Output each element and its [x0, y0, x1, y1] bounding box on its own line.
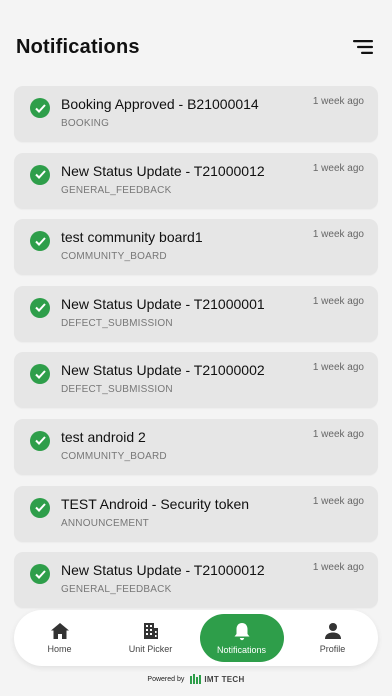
notification-card[interactable]: test android 2 COMMUNITY_BOARD 1 week ag…	[14, 418, 378, 475]
status-bar	[0, 0, 392, 24]
nav-unit-picker[interactable]: Unit Picker	[109, 614, 193, 662]
nav-label: Notifications	[216, 644, 267, 655]
nav-notifications[interactable]: Notifications	[199, 614, 284, 662]
footer: Powered by IMT TECH	[0, 674, 392, 684]
nav-home[interactable]: Home	[18, 614, 102, 662]
notification-category: BOOKING	[61, 118, 110, 129]
header: Notifications	[16, 30, 376, 64]
check-circle-icon	[30, 564, 50, 585]
notification-time: 1 week ago	[312, 96, 364, 107]
person-icon	[324, 623, 341, 639]
notification-card[interactable]: New Status Update - T21000001 DEFECT_SUB…	[14, 285, 378, 342]
nav-label: Profile	[319, 644, 346, 654]
notification-time: 1 week ago	[312, 495, 364, 507]
notification-time: 1 week ago	[312, 362, 364, 374]
notification-list: Booking Approved - B21000014 BOOKING 1 w…	[14, 86, 378, 609]
notification-card[interactable]: Booking Approved - B21000014 BOOKING 1 w…	[14, 86, 378, 142]
notification-category: DEFECT_SUBMISSION	[61, 317, 173, 329]
sort-lines-icon	[353, 40, 373, 54]
filter-button[interactable]	[350, 34, 376, 60]
notification-card[interactable]: New Status Update - T21000012 GENERAL_FE…	[14, 552, 378, 609]
notification-category: GENERAL_FEEDBACK	[61, 184, 172, 196]
bottom-nav: Home Unit Picker Notifications Profile	[14, 610, 378, 666]
notification-time: 1 week ago	[312, 562, 364, 574]
check-circle-icon	[30, 231, 50, 252]
notification-time: 1 week ago	[312, 428, 364, 440]
check-circle-icon	[30, 364, 50, 385]
notification-card[interactable]: New Status Update - T21000012 GENERAL_FE…	[14, 152, 378, 209]
notification-category: GENERAL_FEEDBACK	[61, 584, 172, 596]
check-circle-icon	[30, 430, 50, 451]
nav-label: Home	[47, 644, 72, 654]
notification-category: COMMUNITY_BOARD	[61, 251, 167, 263]
building-icon	[143, 623, 158, 639]
notification-card[interactable]: TEST Android - Security token ANNOUNCEME…	[14, 485, 378, 542]
notification-time: 1 week ago	[312, 295, 364, 307]
bell-icon	[234, 622, 249, 640]
notification-category: ANNOUNCEMENT	[61, 517, 149, 529]
nav-label: Unit Picker	[128, 644, 173, 654]
home-icon	[50, 623, 69, 639]
brand-logo: IMT TECH	[190, 674, 244, 684]
check-circle-icon	[30, 497, 50, 518]
brand-name: IMT TECH	[204, 674, 245, 684]
notification-category: DEFECT_SUBMISSION	[61, 384, 173, 396]
page-title: Notifications	[16, 35, 140, 58]
check-circle-icon	[30, 98, 50, 118]
notification-time: 1 week ago	[312, 162, 364, 174]
notification-time: 1 week ago	[312, 229, 364, 241]
imt-logo-icon	[190, 674, 202, 684]
notification-card[interactable]: test community board1 COMMUNITY_BOARD 1 …	[14, 219, 378, 276]
notification-card[interactable]: New Status Update - T21000002 DEFECT_SUB…	[14, 352, 378, 409]
check-circle-icon	[30, 297, 50, 318]
powered-by-text: Powered by	[147, 675, 185, 683]
notification-category: COMMUNITY_BOARD	[61, 450, 167, 462]
nav-profile[interactable]: Profile	[291, 614, 375, 662]
check-circle-icon	[30, 164, 50, 185]
